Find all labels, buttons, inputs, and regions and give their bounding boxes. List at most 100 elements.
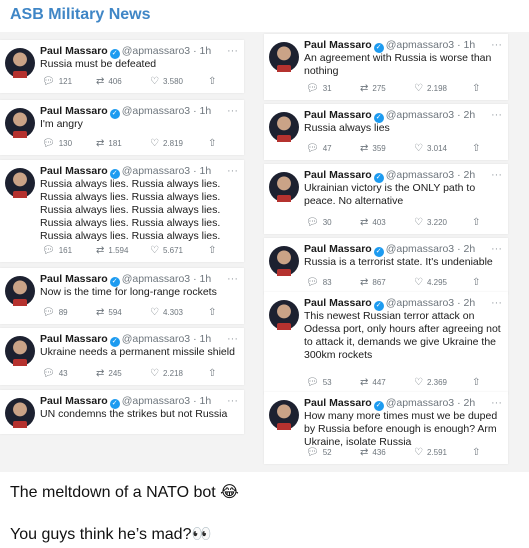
separator: · — [454, 397, 464, 409]
retweet-stat: ⇄ 359 — [360, 143, 386, 154]
tweet-card[interactable]: Paul Massaro ✓ @apmassaro3 · 1h ··· Russia m… — [0, 40, 244, 93]
author-handle: @apmassaro3 — [385, 243, 455, 255]
retweet-icon: ⇄ — [360, 447, 369, 458]
tweet-header: Paul Massaro ✓ @apmassaro3 · 2h ··· — [304, 297, 506, 311]
reply-stat: 💬︎ 30 — [306, 217, 332, 228]
tweet-text: Now is the time for long-range rockets — [40, 286, 217, 298]
author-handle: @apmassaro3 — [121, 395, 191, 407]
heart-icon: ♡ — [150, 245, 159, 256]
tweet-card[interactable]: Paul Massaro ✓ @apmassaro3 · 2h ··· Russia i… — [264, 238, 508, 294]
share-icon: ⇧ — [208, 138, 217, 149]
tweet-text: Ukrainian victory is the ONLY path to pe… — [304, 182, 476, 207]
share-icon: ⇧ — [208, 76, 217, 87]
tweet-card[interactable]: Paul Massaro ✓ @apmassaro3 · 1h ··· Ukraine … — [0, 328, 244, 385]
more-icon: ··· — [227, 105, 238, 117]
reply-stat: 💬︎ 53 — [306, 377, 332, 388]
tweet-time: 2h — [463, 109, 476, 121]
more-icon: ··· — [227, 333, 238, 345]
tweet-header: Paul Massaro ✓ @apmassaro3 · 2h ··· — [304, 169, 506, 183]
tweet-card[interactable]: Paul Massaro ✓ @apmassaro3 · 2h ··· This new… — [264, 292, 508, 394]
reply-stat: 💬︎ 89 — [42, 307, 68, 318]
share-icon: ⇧ — [208, 245, 217, 256]
tweet-card[interactable]: Paul Massaro ✓ @apmassaro3 · 1h ··· I'm angr… — [0, 100, 244, 155]
reply-count: 52 — [322, 448, 332, 457]
retweet-count: 245 — [108, 369, 122, 378]
retweet-stat: ⇄ 406 — [96, 76, 122, 87]
separator: · — [454, 109, 464, 121]
tweet-card[interactable]: Paul Massaro ✓ @apmassaro3 · 1h ··· An agree… — [264, 34, 508, 100]
retweet-stat: ⇄ 181 — [96, 138, 122, 149]
retweet-count: 181 — [108, 139, 122, 148]
separator: · — [454, 243, 464, 255]
more-icon: ··· — [227, 45, 238, 57]
tweet-actions: 💬︎ 130 ⇄ 181 ♡ 2.819 ⇧ — [42, 138, 236, 152]
tweet-time: 1h — [199, 45, 212, 57]
tweet-header: Paul Massaro ✓ @apmassaro3 · 1h ··· — [40, 395, 242, 409]
reply-count: 83 — [322, 278, 332, 287]
tweet-text: Russia always lies — [304, 122, 390, 134]
share-icon: ⇧ — [208, 368, 217, 379]
reply-stat: 💬︎ 31 — [306, 83, 332, 94]
reply-stat: 💬︎ 52 — [306, 447, 332, 458]
like-count: 3.580 — [162, 77, 183, 86]
tweet-actions: 💬︎ 52 ⇄ 436 ♡ 2.591 ⇧ — [306, 447, 500, 461]
retweet-icon: ⇄ — [360, 217, 369, 228]
like-stat: ♡ 2.369 — [414, 377, 447, 388]
author-name: Paul Massaro — [40, 105, 108, 117]
separator: · — [190, 165, 200, 177]
tweet-actions: 💬︎ 31 ⇄ 275 ♡ 2.198 ⇧ — [306, 83, 500, 97]
tweet-actions: 💬︎ 47 ⇄ 359 ♡ 3.014 ⇧ — [306, 143, 500, 157]
share-icon: ⇧ — [472, 447, 481, 458]
separator: · — [454, 297, 464, 309]
retweet-count: 436 — [372, 448, 386, 457]
heart-icon: ♡ — [150, 368, 159, 379]
tweet-card[interactable]: Paul Massaro ✓ @apmassaro3 · 2h ··· Ukrainia… — [264, 164, 508, 234]
reply-icon: 💬︎ — [306, 377, 319, 388]
reply-count: 53 — [322, 378, 332, 387]
share-icon: ⇧ — [472, 377, 481, 388]
reply-count: 121 — [58, 77, 73, 86]
retweet-count: 1.594 — [108, 246, 129, 255]
author-name: Paul Massaro — [40, 395, 108, 407]
tweet-time: 1h — [199, 105, 212, 117]
author-handle: @apmassaro3 — [385, 169, 455, 181]
tweet-header: Paul Massaro ✓ @apmassaro3 · 1h ··· — [40, 165, 242, 179]
reply-stat: 💬︎ 43 — [42, 368, 68, 379]
tweet-header: Paul Massaro ✓ @apmassaro3 · 1h ··· — [40, 273, 242, 287]
retweet-icon: ⇄ — [96, 307, 105, 318]
tweet-card[interactable]: Paul Massaro ✓ @apmassaro3 · 2h ··· How many… — [264, 392, 508, 464]
tweet-card[interactable]: Paul Massaro ✓ @apmassaro3 · 2h ··· Russia a… — [264, 104, 508, 160]
share-icon: ⇧ — [472, 217, 481, 228]
channel-name[interactable]: ASB Military News — [10, 6, 150, 24]
tweet-time: 1h — [199, 165, 212, 177]
reply-count: 161 — [58, 246, 73, 255]
like-count: 3.220 — [426, 218, 447, 227]
retweet-count: 359 — [372, 144, 386, 153]
author-handle: @apmassaro3 — [385, 39, 455, 51]
tweet-collage-image[interactable]: Paul Massaro ✓ @apmassaro3 · 1h ··· Russia m… — [0, 32, 529, 472]
tweet-card[interactable]: Paul Massaro ✓ @apmassaro3 · 1h ··· Russia a… — [0, 160, 244, 262]
heart-icon: ♡ — [414, 217, 423, 228]
author-handle: @apmassaro3 — [121, 45, 191, 57]
author-handle: @apmassaro3 — [121, 273, 191, 285]
tweet-text: How many more times must we be duped by … — [304, 410, 498, 448]
tweet-header: Paul Massaro ✓ @apmassaro3 · 1h ··· — [40, 45, 242, 59]
retweet-stat: ⇄ 245 — [96, 368, 122, 379]
tweet-actions: 💬︎ 53 ⇄ 447 ♡ 2.369 ⇧ — [306, 377, 500, 391]
more-icon: ··· — [227, 395, 238, 407]
like-count: 4.295 — [426, 278, 447, 287]
tweet-card[interactable]: Paul Massaro ✓ @apmassaro3 · 1h ··· UN conde… — [0, 390, 244, 434]
reply-stat: 💬︎ 121 — [42, 76, 72, 87]
avatar — [5, 336, 35, 366]
tweet-text: Russia always lies. Russia always lies. … — [40, 178, 221, 242]
reply-icon: 💬︎ — [306, 217, 319, 228]
separator: · — [190, 395, 200, 407]
avatar — [5, 48, 35, 78]
tweet-time: 1h — [199, 273, 212, 285]
share-icon: ⇧ — [208, 307, 217, 318]
tweet-card[interactable]: Paul Massaro ✓ @apmassaro3 · 1h ··· Now is t… — [0, 268, 244, 324]
like-stat: ♡ 2.819 — [150, 138, 183, 149]
retweet-stat: ⇄ 1.594 — [96, 245, 128, 256]
author-handle: @apmassaro3 — [121, 105, 191, 117]
tweet-text: Ukraine needs a permanent missile shield — [40, 346, 235, 358]
